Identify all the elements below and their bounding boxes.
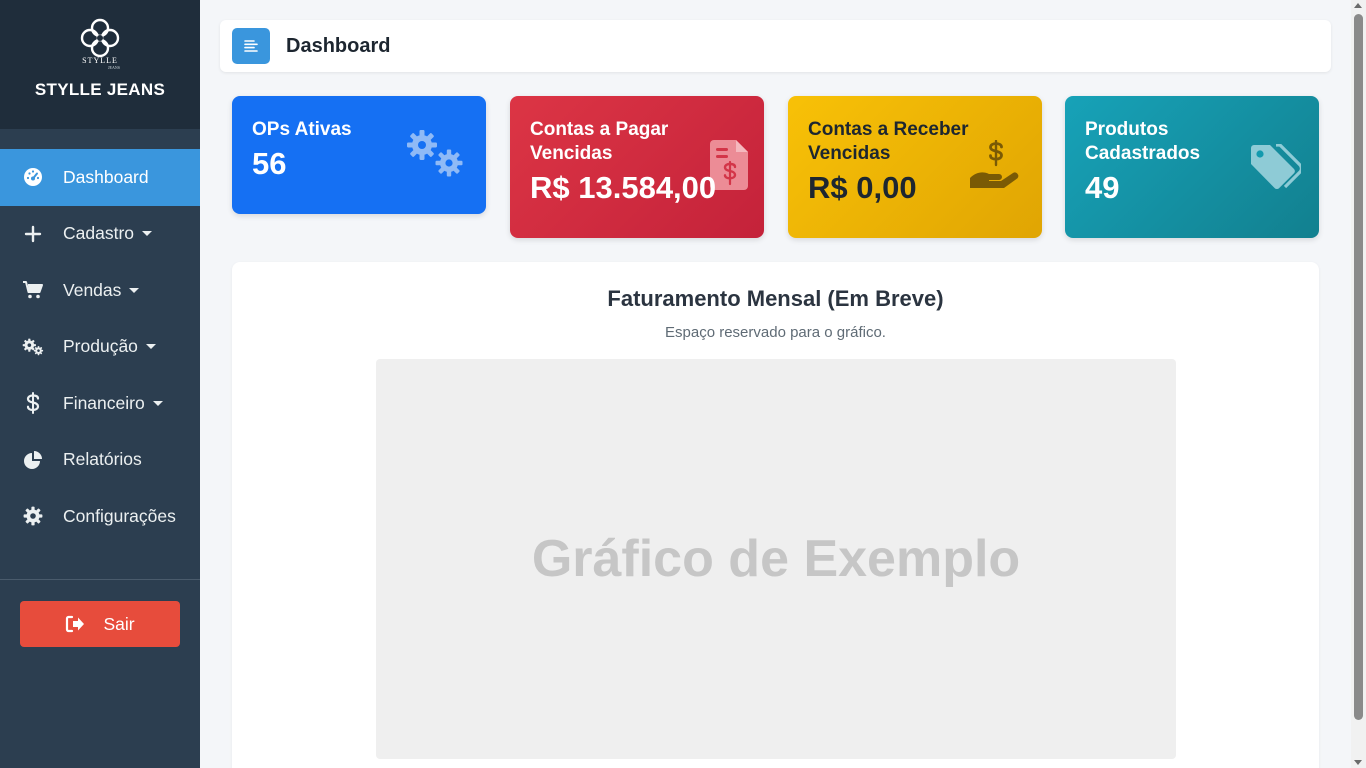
card-title: Contas a Pagar Vencidas — [530, 119, 669, 164]
sidebar-item-label: Configurações — [63, 505, 176, 526]
sidebar-item-producao[interactable]: Produção — [0, 319, 200, 376]
logo-icon — [80, 18, 120, 58]
sidebar-item-label: Vendas — [63, 279, 122, 300]
card-value: 56 — [252, 146, 287, 181]
card-ops-ativas[interactable]: OPs Ativas 56 — [232, 96, 486, 214]
logout-button[interactable]: Sair — [20, 601, 180, 647]
card-contas-pagar[interactable]: Contas a Pagar Vencidas R$ 13.584,00 — [510, 96, 764, 238]
card-value: 49 — [1085, 170, 1120, 205]
card-value: R$ 0,00 — [808, 170, 917, 205]
brand-logo: STYLLE JEANS — [78, 16, 122, 72]
sidebar-item-financeiro[interactable]: Financeiro — [0, 375, 200, 432]
panel-title: Faturamento Mensal (Em Breve) — [607, 286, 944, 311]
sidebar-item-label: Financeiro — [63, 392, 145, 413]
card-contas-receber[interactable]: Contas a Receber Vencidas R$ 0,00 — [788, 96, 1042, 238]
sidebar-item-label: Relatórios — [63, 449, 142, 470]
caret-down-icon — [152, 400, 163, 406]
caret-down-icon — [145, 344, 156, 350]
sidebar-divider — [0, 579, 200, 580]
card-value: R$ 13.584,00 — [530, 170, 717, 205]
chart-placeholder-area: Gráfico de Exemplo — [376, 359, 1176, 759]
chart-placeholder-text: Gráfico de Exemplo — [531, 530, 1021, 588]
gears-icon — [22, 336, 44, 358]
sidebar-item-label: Dashboard — [63, 166, 149, 187]
card-title: Produtos Cadastrados — [1085, 119, 1201, 164]
card-title: Contas a Receber Vencidas — [808, 119, 969, 164]
page-scrollbar[interactable] — [1351, 0, 1366, 768]
plus-icon — [22, 223, 44, 245]
page-title: Dashboard — [286, 34, 391, 57]
align-left-icon — [243, 39, 259, 53]
scroll-thumb[interactable] — [1354, 14, 1363, 720]
sidebar-item-label: Produção — [63, 336, 138, 357]
sidebar-item-vendas[interactable]: Vendas — [0, 262, 200, 319]
gear-icon — [22, 505, 44, 527]
sidebar-item-relatorios[interactable]: Relatórios — [0, 432, 200, 489]
card-produtos[interactable]: Produtos Cadastrados 49 — [1065, 96, 1319, 238]
caret-down-icon — [129, 287, 140, 293]
top-header: Dashboard — [220, 20, 1331, 72]
caret-down-icon — [142, 231, 153, 237]
sidebar-nav: Dashboard Cadastro Vendas Produção Finan… — [0, 149, 200, 545]
sidebar: STYLLE JEANS STYLLE JEANS Dashboard Cada… — [0, 0, 200, 768]
sidebar-item-cadastro[interactable]: Cadastro — [0, 206, 200, 263]
sidebar-item-label: Cadastro — [63, 223, 135, 244]
sign-out-icon — [65, 615, 85, 633]
dollar-icon — [22, 392, 44, 415]
logo-subtext: JEANS — [107, 65, 120, 70]
brand: STYLLE JEANS STYLLE JEANS — [0, 0, 200, 129]
sidebar-item-configuracoes[interactable]: Configurações — [0, 488, 200, 545]
logo-text: STYLLE — [82, 56, 118, 65]
revenue-panel: Faturamento Mensal (Em Breve) Espaço res… — [232, 262, 1319, 768]
cart-icon — [22, 279, 44, 301]
gauge-icon — [22, 166, 44, 188]
scroll-down-icon[interactable] — [1354, 760, 1362, 765]
brand-name: STYLLE JEANS — [34, 80, 166, 99]
scroll-up-icon[interactable] — [1354, 3, 1362, 8]
logout-label: Sair — [103, 613, 135, 634]
panel-subtitle: Espaço reservado para o gráfico. — [665, 324, 886, 341]
sidebar-item-dashboard[interactable]: Dashboard — [0, 149, 200, 206]
sidebar-toggle-button[interactable] — [232, 28, 270, 64]
pie-chart-icon — [22, 449, 44, 471]
